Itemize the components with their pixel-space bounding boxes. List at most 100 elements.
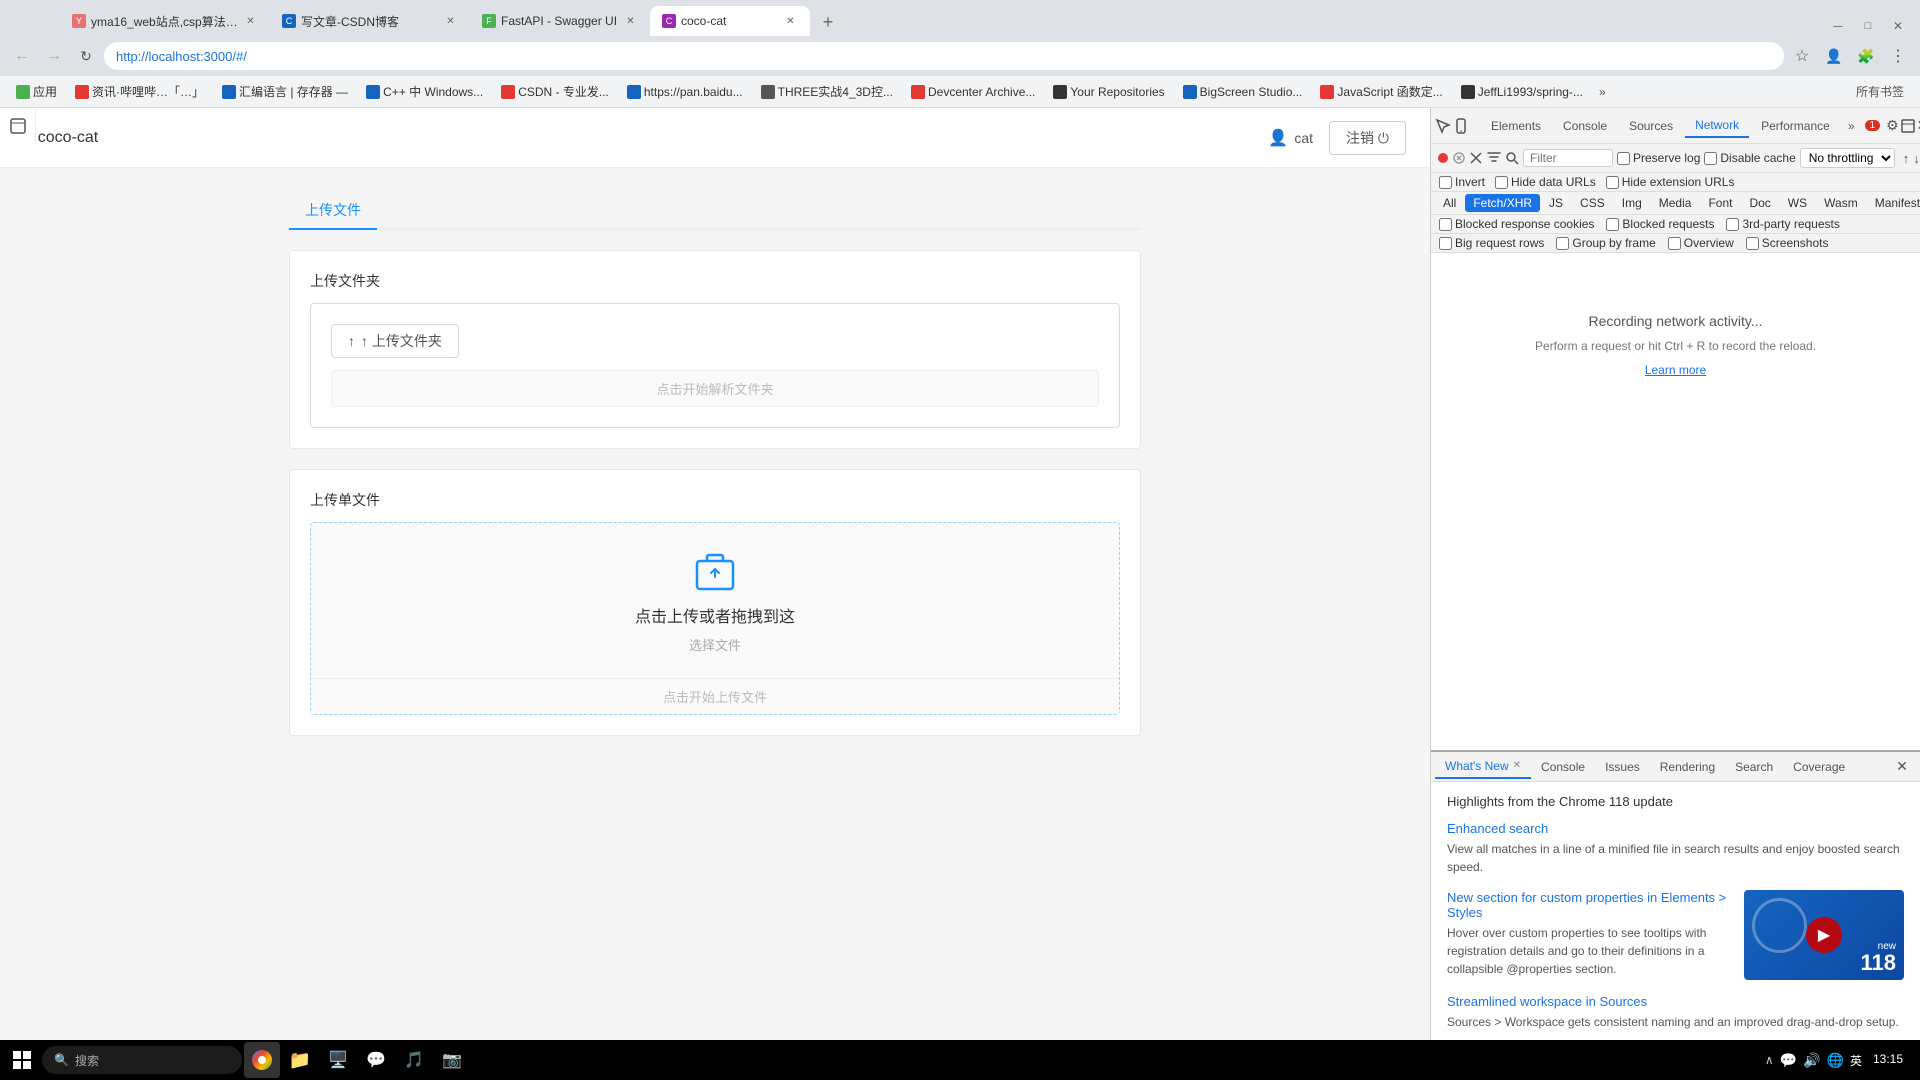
whatsnew-close-icon[interactable]: ✕ [1513,760,1521,771]
invert-checkbox-label[interactable]: Invert [1439,175,1485,189]
hide-extension-urls-checkbox[interactable] [1606,176,1619,189]
blocked-cookies-label[interactable]: Blocked response cookies [1439,217,1594,231]
bottom-panel-close[interactable]: ✕ [1888,753,1916,781]
tab-more[interactable]: » [1842,115,1861,137]
tab-1[interactable]: Y yma16_web站点,csp算法题目(… ✕ [60,6,270,36]
blocked-requests-checkbox[interactable] [1606,218,1619,231]
logout-button[interactable]: 注销 ⏻ [1329,121,1406,155]
clear-button[interactable] [1469,148,1483,168]
preserve-log-checkbox-label[interactable]: Preserve log [1617,151,1700,165]
upload-dropzone[interactable]: 点击上传或者拖拽到这 选择文件 [311,523,1119,678]
taskbar-app-explorer[interactable]: 📁 [282,1042,318,1078]
taskbar-app-photo[interactable]: 📷 [434,1042,470,1078]
taskbar-app-chrome[interactable] [244,1042,280,1078]
bookmark-devcenter[interactable]: Devcenter Archive... [903,83,1043,101]
tab-console[interactable]: Console [1553,115,1617,137]
dt-settings-button[interactable]: ⚙ [1886,112,1899,140]
upload-file-button[interactable]: 点击开始上传文件 [311,678,1119,714]
tab-2[interactable]: C 写文章-CSDN博客 ✕ [270,6,470,36]
overview-checkbox[interactable] [1668,237,1681,250]
taskbar-app-wechat[interactable]: 💬 [358,1042,394,1078]
filter-css[interactable]: CSS [1572,194,1613,212]
address-input[interactable]: http://localhost:3000/#/ [104,42,1784,70]
hide-extension-urls-label[interactable]: Hide extension URLs [1606,175,1735,189]
filter-img[interactable]: Img [1614,194,1650,212]
menu-icon[interactable]: ⋮ [1884,42,1912,70]
tab-2-close[interactable]: ✕ [443,14,458,29]
bookmark-assembly[interactable]: 汇编语言 | 存存器 — [214,81,356,102]
tray-expand[interactable]: ∧ [1765,1053,1774,1067]
tab-1-close[interactable]: ✕ [243,14,258,29]
big-request-rows-label[interactable]: Big request rows [1439,236,1544,250]
bottom-tab-rendering[interactable]: Rendering [1650,756,1725,778]
bookmark-more[interactable]: » [1593,83,1612,101]
filter-fetch-xhr[interactable]: Fetch/XHR [1465,194,1540,212]
tab-3[interactable]: F FastAPI - Swagger UI ✕ [470,6,650,36]
bookmark-icon[interactable]: ☆ [1788,42,1816,70]
filter-all[interactable]: All [1435,194,1464,212]
invert-checkbox[interactable] [1439,176,1452,189]
new-tab-button[interactable]: + [814,8,842,36]
extensions-icon[interactable]: 🧩 [1852,42,1880,70]
upload-folder-button[interactable]: ↑ ↑ 上传文件夹 [331,324,459,358]
filter-media[interactable]: Media [1651,194,1700,212]
blocked-cookies-checkbox[interactable] [1439,218,1452,231]
overview-label[interactable]: Overview [1668,236,1734,250]
start-button[interactable] [4,1042,40,1078]
reload-button[interactable]: ↻ [72,42,100,70]
tab-network[interactable]: Network [1685,114,1749,138]
group-by-frame-checkbox[interactable] [1556,237,1569,250]
tray-time[interactable]: 13:15 [1868,1052,1908,1068]
forward-button[interactable]: → [40,42,68,70]
hide-data-urls-checkbox[interactable] [1495,176,1508,189]
preserve-log-checkbox[interactable] [1617,152,1630,165]
bottom-tab-issues[interactable]: Issues [1595,756,1650,778]
bottom-tab-whatsnew[interactable]: What's New ✕ [1435,755,1531,779]
tray-network[interactable]: 🌐 [1827,1052,1844,1069]
filter-font[interactable]: Font [1700,194,1740,212]
dt-close-devtools-button[interactable]: ✕ [1917,112,1920,140]
filter-manifest[interactable]: Manifest [1867,194,1920,212]
tab-elements[interactable]: Elements [1481,115,1551,137]
tab-4-active[interactable]: C coco-cat ✕ [650,6,810,36]
screenshots-checkbox[interactable] [1746,237,1759,250]
device-toggle-button[interactable] [1453,112,1469,140]
stop-button[interactable] [1453,148,1465,168]
dt-dock-button[interactable] [1901,112,1915,140]
blocked-requests-label[interactable]: Blocked requests [1606,217,1714,231]
bookmark-csdn[interactable]: CSDN - 专业发... [493,81,617,102]
taskbar-app-vscode[interactable]: 🖥️ [320,1042,356,1078]
minimize-button[interactable]: ─ [1824,16,1852,36]
disable-cache-checkbox[interactable] [1704,152,1717,165]
feature-1-title[interactable]: Enhanced search [1447,821,1904,836]
filter-input[interactable] [1530,151,1610,165]
profile-icon[interactable]: 👤 [1820,42,1848,70]
filter-toggle-button[interactable] [1487,148,1501,168]
tab-sources[interactable]: Sources [1619,115,1683,137]
feature-3-title[interactable]: Streamlined workspace in Sources [1447,994,1904,1009]
bookmark-bigscreen[interactable]: BigScreen Studio... [1175,83,1311,101]
filter-wasm[interactable]: Wasm [1816,194,1866,212]
record-button[interactable] [1437,148,1449,168]
devtools-toggle[interactable] [0,108,36,144]
third-party-requests-label[interactable]: 3rd-party requests [1726,217,1839,231]
taskbar-app-music[interactable]: 🎵 [396,1042,432,1078]
close-button[interactable]: ✕ [1884,16,1912,36]
bottom-tab-coverage[interactable]: Coverage [1783,756,1855,778]
filter-doc[interactable]: Doc [1741,194,1778,212]
tab-4-close[interactable]: ✕ [783,14,798,29]
upload-file-tab[interactable]: 上传文件 [289,192,377,230]
bottom-tab-search[interactable]: Search [1725,756,1783,778]
bookmark-jeff[interactable]: JeffLi1993/spring-... [1453,83,1591,101]
bookmark-cpp[interactable]: C++ 中 Windows... [358,81,491,102]
bookmark-bilibili[interactable]: 资讯·哔哩哔…「…」 [67,81,212,102]
tray-language[interactable]: 英 [1850,1052,1862,1069]
taskbar-search[interactable]: 🔍 搜索 [42,1046,242,1074]
inspect-element-button[interactable] [1435,112,1451,140]
tray-volume[interactable]: 🔊 [1803,1052,1820,1069]
group-by-frame-label[interactable]: Group by frame [1556,236,1655,250]
bottom-tab-console[interactable]: Console [1531,756,1595,778]
filter-ws[interactable]: WS [1780,194,1815,212]
screenshots-label[interactable]: Screenshots [1746,236,1829,250]
bookmark-three[interactable]: THREE实战4_3D控... [753,81,901,102]
